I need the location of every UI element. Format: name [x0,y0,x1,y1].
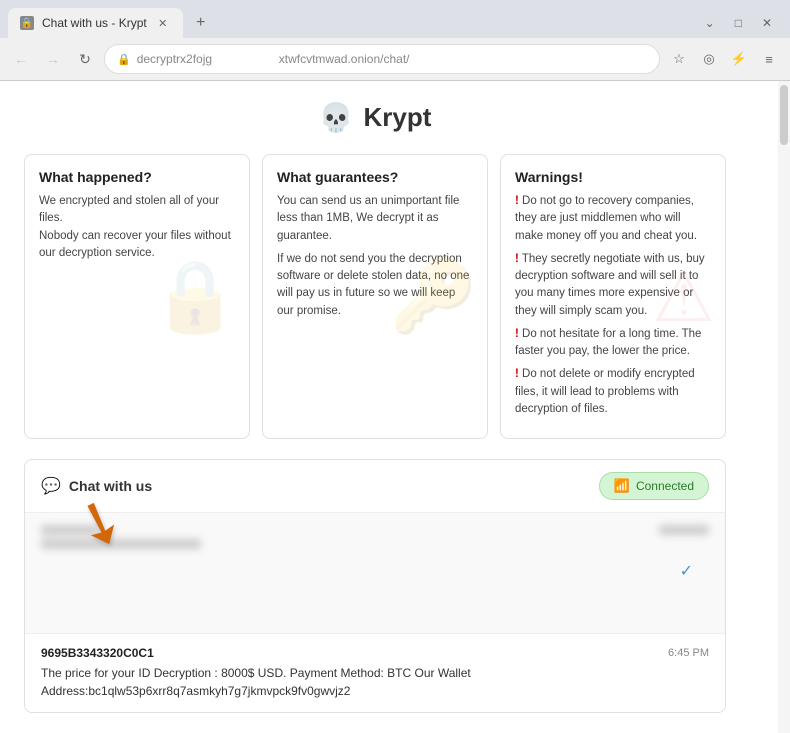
scrollbar-thumb[interactable] [780,85,788,145]
bookmark-icon[interactable]: ☆ [666,46,692,72]
wifi-icon: 📶 [614,478,630,494]
minimize-button[interactable]: ⌄ [699,14,721,32]
chat-bubble-icon: 💬 [41,476,61,496]
url-text: decryptrx2fojg xtwfcvtmwad.onion/chat/ [137,52,410,66]
tab-bar: 🔒 Chat with us - Krypt ✕ + ⌄ □ ✕ [0,0,790,38]
blurred-message [41,525,709,549]
forward-button[interactable]: → [40,46,66,72]
card-what-happened: 🔒 What happened? We encrypted and stolen… [24,154,250,439]
message-body: The price for your ID Decryption : 8000$… [41,664,709,700]
lock-icon: 🔒 [117,53,131,66]
card-1-title: What happened? [39,169,235,185]
address-bar-row: ← → ↻ 🔒 decryptrx2fojg xtwfcvtmwad.onion… [0,38,790,80]
card-what-guarantees: 🔑 What guarantees? You can send us an un… [262,154,488,439]
refresh-button[interactable]: ↻ [72,46,98,72]
browser-window: 🔒 Chat with us - Krypt ✕ + ⌄ □ ✕ ← → ↻ 🔒… [0,0,790,733]
tab-title: Chat with us - Krypt [42,16,147,30]
blurred-right [659,525,709,535]
browser-viewport: ishfon 💀 Krypt 🔒 What happened? We encry… [0,81,790,733]
down-arrow-icon: ➘ [66,486,134,560]
new-tab-button[interactable]: + [187,9,215,37]
browser-tab[interactable]: 🔒 Chat with us - Krypt ✕ [8,8,183,38]
tab-favicon: 🔒 [20,16,34,30]
maximize-button[interactable]: □ [729,14,748,32]
arrow-indicator: ➘ [75,493,125,553]
chat-section: 💬 Chat with us 📶 Connected [24,459,726,713]
back-button[interactable]: ← [8,46,34,72]
close-button[interactable]: ✕ [756,14,778,32]
info-cards-row: 🔒 What happened? We encrypted and stolen… [24,154,726,439]
site-title: Krypt [363,102,431,133]
card-3-title: Warnings! [515,169,711,185]
tab-close-button[interactable]: ✕ [155,15,171,31]
menu-icon[interactable]: ≡ [756,46,782,72]
card-warning-icon: ⚠ [652,256,715,338]
address-bar[interactable]: 🔒 decryptrx2fojg xtwfcvtmwad.onion/chat/ [104,44,660,74]
shield-icon[interactable]: ◎ [696,46,722,72]
browser-chrome: 🔒 Chat with us - Krypt ✕ + ⌄ □ ✕ ← → ↻ 🔒… [0,0,790,81]
scrollbar-track[interactable] [778,81,790,733]
connected-badge: 📶 Connected [599,472,709,500]
card-lock-icon: 🔒 [152,256,239,338]
message-time: 6:45 PM [668,647,709,659]
message-checkmark: ✓ [41,557,709,585]
window-controls: ⌄ □ ✕ [699,14,782,32]
card-2-title: What guarantees? [277,169,473,185]
toolbar-icons: ☆ ◎ ⚡ ≡ [666,46,782,72]
chat-message: 9695B3343320C0C1 6:45 PM The price for y… [25,633,725,712]
blurred-time [659,525,709,535]
message-id: 9695B3343320C0C1 [41,646,154,660]
card-warnings: ⚠ Warnings! ! Do not go to recovery comp… [500,154,726,439]
site-header: 💀 Krypt [24,101,726,134]
chat-messages: ✓ ➘ [25,513,725,633]
card-1-text: We encrypted and stolen all of your file… [39,193,235,262]
card-key-icon: 🔑 [390,256,477,338]
connected-label: Connected [636,479,694,493]
message-meta: 9695B3343320C0C1 6:45 PM [41,646,709,660]
page-content: ishfon 💀 Krypt 🔒 What happened? We encry… [0,81,750,733]
extension-icon[interactable]: ⚡ [726,46,752,72]
skull-icon: 💀 [319,101,354,134]
